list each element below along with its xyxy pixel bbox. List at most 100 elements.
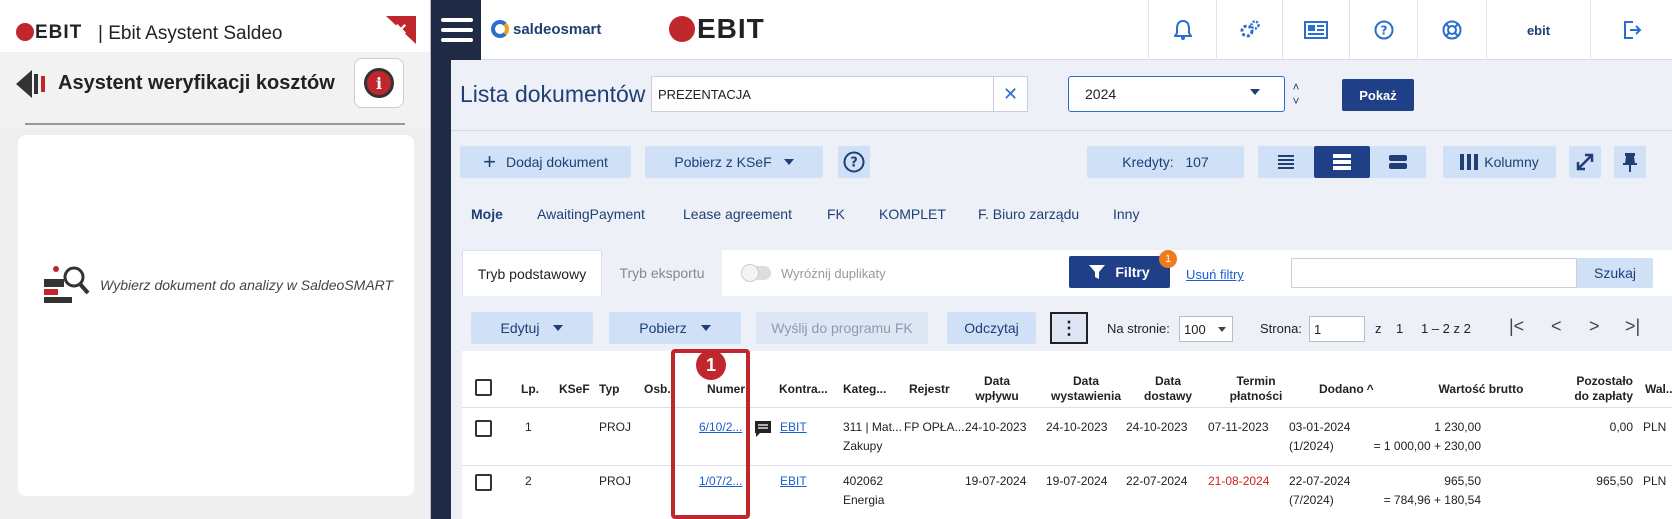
col-data-wystawienia[interactable]: Data wystawienia <box>1047 374 1125 404</box>
top-bar: saldeosmart EBIT ? ebit <box>433 0 1672 60</box>
prev-page-icon[interactable]: < <box>1551 316 1562 337</box>
help-button[interactable]: ? <box>838 146 870 178</box>
per-page-label: Na stronie: <box>1107 321 1170 336</box>
lifebuoy-icon[interactable] <box>1417 0 1486 60</box>
close-icon[interactable]: ✕ <box>386 16 416 44</box>
svg-text:?: ? <box>850 156 858 171</box>
panel-header: EBIT | Ebit Asystent Saldeo ✕ <box>0 0 430 52</box>
cell-data-wystawienia: 24-10-2023 <box>1046 420 1108 434</box>
col-typ[interactable]: Typ <box>599 382 619 397</box>
col-waluta[interactable]: Wal... <box>1645 382 1672 397</box>
ebit-top-logo: EBIT <box>669 13 765 44</box>
gears-icon[interactable] <box>1216 0 1282 60</box>
search-button[interactable]: Szukaj <box>1577 258 1653 288</box>
table-row[interactable]: 1 PROJ 6/10/2... EBIT 311 | Mat... Zakup… <box>462 408 1672 465</box>
help-icon[interactable]: ? <box>1349 0 1417 60</box>
logout-icon[interactable] <box>1590 0 1672 60</box>
tab-fk[interactable]: FK <box>827 206 845 222</box>
divider <box>451 130 1672 131</box>
col-ksef[interactable]: KSeF <box>559 382 590 397</box>
clear-icon[interactable]: ✕ <box>993 77 1027 111</box>
show-button[interactable]: Pokaż <box>1342 79 1414 111</box>
cell-typ: PROJ <box>599 420 632 434</box>
pin-icon <box>1623 153 1637 172</box>
pin-button[interactable] <box>1614 146 1646 178</box>
duplicates-toggle[interactable]: Wyróżnij duplikaty <box>741 263 886 283</box>
col-lp[interactable]: Lp. <box>521 382 539 397</box>
ebit-logo-text: EBIT <box>35 22 83 43</box>
col-dodano[interactable]: Dodano ^ <box>1319 382 1374 397</box>
download-button[interactable]: Pobierz <box>609 312 741 344</box>
company-field[interactable]: PREZENTACJA ✕ <box>651 76 1028 112</box>
col-kategoria[interactable]: Kateg... <box>843 382 886 397</box>
col-wartosc-brutto[interactable]: Wartość brutto <box>1431 382 1531 397</box>
news-icon[interactable] <box>1282 0 1349 60</box>
chevron-down-icon <box>1250 89 1260 95</box>
select-all-checkbox[interactable] <box>475 379 492 396</box>
last-page-icon[interactable]: >| <box>1625 316 1640 337</box>
tab-inny[interactable]: Inny <box>1113 206 1139 222</box>
comment-icon[interactable] <box>754 420 772 437</box>
cell-data-dostawy: 22-07-2024 <box>1126 474 1188 488</box>
tab-komplet[interactable]: KOMPLET <box>879 206 946 222</box>
view-large-button[interactable] <box>1370 146 1426 178</box>
col-pozostalo[interactable]: Pozostało do zapłaty <box>1561 374 1633 404</box>
tab-biuro-zarzadu[interactable]: F. Biuro zarządu <box>978 206 1079 222</box>
expand-button[interactable] <box>1569 146 1601 178</box>
saldeo-logo[interactable]: saldeosmart <box>491 18 601 40</box>
read-button[interactable]: Odczytaj <box>947 312 1036 344</box>
next-page-icon[interactable]: > <box>1589 316 1600 337</box>
cell-wartosc-brutto: 965,50 <box>1444 474 1481 488</box>
table-row[interactable]: 2 PROJ 1/07/2... EBIT 402062 Energia 19-… <box>462 466 1672 519</box>
tab-awaiting-payment[interactable]: AwaitingPayment <box>537 206 645 222</box>
col-kontrahent[interactable]: Kontra... <box>779 382 828 397</box>
medium-view-icon <box>1333 154 1351 170</box>
divider <box>25 123 405 125</box>
large-view-icon <box>1389 155 1407 169</box>
menu-icon[interactable] <box>433 0 481 60</box>
row-checkbox[interactable] <box>475 420 492 437</box>
columns-button[interactable]: Kolumny <box>1443 146 1556 178</box>
first-page-icon[interactable]: |< <box>1509 316 1524 337</box>
send-fk-button[interactable]: Wyślij do programu FK <box>756 312 928 344</box>
user-name[interactable]: ebit <box>1486 0 1590 60</box>
help-icon: ? <box>843 151 865 173</box>
per-page-select[interactable]: 100 <box>1179 316 1233 342</box>
search-input[interactable] <box>1291 258 1577 288</box>
cell-waluta: PLN <box>1643 420 1667 434</box>
more-options-icon[interactable]: ⋮ <box>1050 312 1088 344</box>
view-medium-button[interactable] <box>1314 146 1370 178</box>
filters-label: Filtry <box>1115 264 1150 280</box>
col-rejestr[interactable]: Rejestr <box>909 382 950 397</box>
page-of-label: z <box>1375 321 1382 336</box>
cell-kontrahent-link[interactable]: EBIT <box>780 418 807 436</box>
col-data-wplywu[interactable]: Data wpływu <box>967 374 1027 404</box>
info-button[interactable]: i <box>354 58 404 108</box>
view-list-button[interactable] <box>1258 146 1314 178</box>
fetch-ksef-button[interactable]: Pobierz z KSeF <box>645 146 823 178</box>
filters-button[interactable]: Filtry <box>1069 256 1170 288</box>
cell-kontrahent-link[interactable]: EBIT <box>780 472 807 490</box>
cell-rejestr: FP OPŁA... <box>904 420 965 434</box>
row-checkbox[interactable] <box>475 474 492 491</box>
tab-export-mode[interactable]: Tryb eksportu <box>602 250 722 296</box>
edit-button[interactable]: Edytuj <box>471 312 593 344</box>
page-input[interactable]: 1 <box>1309 316 1365 342</box>
col-data-dostawy[interactable]: Data dostawy <box>1136 374 1200 404</box>
panel-body: Wybierz dokument do analizy w SaldeoSMAR… <box>18 135 414 496</box>
cell-dodano-date: 22-07-2024 <box>1289 474 1351 488</box>
year-select[interactable]: 2024 <box>1068 76 1285 112</box>
tab-moje[interactable]: Moje <box>471 206 503 222</box>
back-arrow-icon[interactable] <box>16 70 48 98</box>
tab-basic-mode[interactable]: Tryb podstawowy <box>462 250 602 296</box>
tab-lease-agreement[interactable]: Lease agreement <box>683 206 792 222</box>
clear-filters-link[interactable]: Usuń filtry <box>1186 267 1244 282</box>
toggle-switch <box>741 264 771 282</box>
credits-value: 107 <box>1185 154 1209 170</box>
col-termin-platnosci[interactable]: Termin płatności <box>1225 374 1287 404</box>
filters-count-badge: 1 <box>1159 250 1177 268</box>
bell-icon[interactable] <box>1148 0 1216 60</box>
year-stepper[interactable]: ˄ ˅ <box>1289 80 1303 110</box>
col-osb[interactable]: Osb. <box>644 382 671 397</box>
add-document-button[interactable]: + Dodaj dokument <box>460 146 631 178</box>
